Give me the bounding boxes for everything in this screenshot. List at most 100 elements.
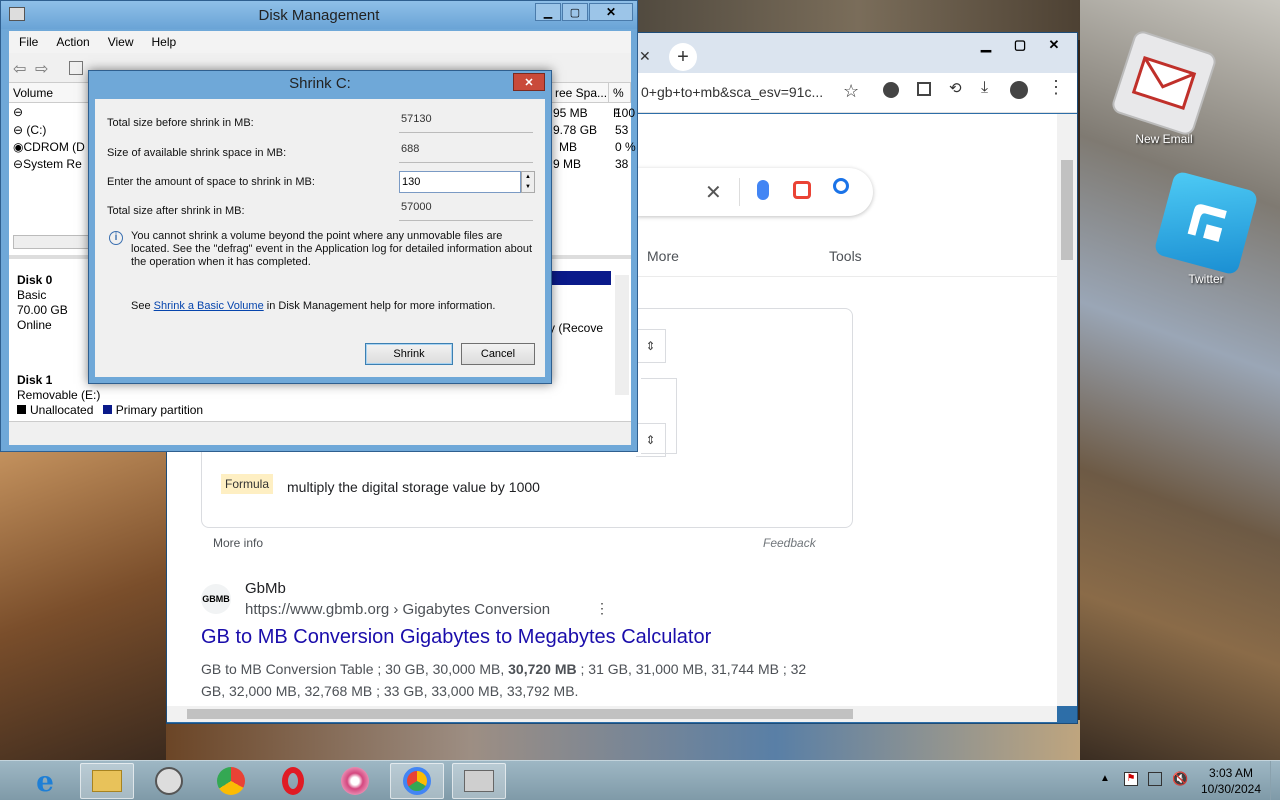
status-bar (9, 421, 631, 445)
flower-icon (341, 767, 369, 795)
menu-view[interactable]: View (108, 35, 134, 49)
feedback-link[interactable]: Feedback (763, 536, 816, 550)
show-hidden-icons[interactable]: ▲ (1100, 773, 1110, 784)
site-favicon[interactable]: GBMB (201, 584, 231, 614)
result-site-url[interactable]: https://www.gbmb.org › Gigabytes Convers… (245, 601, 550, 618)
volume-row[interactable]: ⊖ (13, 105, 23, 119)
drive-icon: ⊖ (13, 105, 24, 119)
taskbar-chrome[interactable] (390, 763, 444, 799)
search-box[interactable]: ✕ (637, 168, 873, 216)
scroll-thumb[interactable] (1061, 160, 1073, 260)
volume-row[interactable]: ◉CDROM (D (13, 140, 85, 154)
taskbar-internet-explorer[interactable]: e (18, 763, 72, 799)
column-percent-free[interactable]: % F (609, 83, 631, 120)
taskbar-disk-management[interactable] (452, 763, 506, 799)
chromium-icon (217, 767, 245, 795)
cancel-button[interactable]: Cancel (461, 343, 535, 365)
volume-hscroll[interactable] (13, 235, 93, 249)
free-space-cell: 95 MB (553, 106, 588, 120)
profile-icon[interactable] (1010, 81, 1028, 99)
taskbar-file-explorer[interactable] (80, 763, 134, 799)
maximize-icon[interactable]: ▢ (1003, 35, 1037, 55)
show-desktop-button[interactable] (1270, 761, 1280, 800)
spin-up-icon[interactable]: ▲ (522, 172, 534, 182)
result-menu-icon[interactable]: ⋮ (595, 600, 609, 617)
taskbar-flower-app[interactable] (328, 763, 382, 799)
url-field[interactable]: 0+gb+to+mb&sca_esv=91c... (641, 84, 823, 100)
shrink-button[interactable]: Shrink (365, 343, 453, 365)
more-info-link[interactable]: More info (213, 536, 263, 550)
column-free-space[interactable]: ree Spa... (551, 83, 609, 103)
taskbar-clock[interactable]: 3:03 AM 10/30/2024 (1196, 765, 1266, 797)
snippet-text: GB to MB Conversion Table ; 30 GB, 30,00… (201, 661, 509, 677)
screenshot-icon[interactable] (917, 82, 931, 96)
chrome-window-controls: ▁ ▢ ✕ (969, 35, 1071, 55)
dialog-close-icon[interactable]: ✕ (513, 73, 545, 91)
menu-help[interactable]: Help (152, 35, 177, 49)
disk0-size: 70.00 GB (17, 303, 68, 317)
menu-dots-icon[interactable]: ⋮ (1047, 77, 1065, 98)
taskbar-opera[interactable] (266, 763, 320, 799)
info-icon: i (109, 231, 123, 245)
drive-icon: ⊖ (13, 123, 24, 137)
desktop-icon-label: Twitter (1188, 272, 1224, 286)
result-title-link[interactable]: GB to MB Conversion Gigabytes to Megabyt… (201, 626, 711, 649)
volume-muted-icon[interactable]: 🔇 (1172, 771, 1188, 787)
properties-icon[interactable] (69, 61, 83, 75)
percent-free-cell: 100 (615, 106, 636, 120)
media-player-icon (155, 767, 183, 795)
action-center-flag-icon[interactable]: ⚑ (1124, 772, 1138, 786)
maximize-icon[interactable]: ▢ (562, 3, 588, 21)
desktop-icon-new-email[interactable]: New Email (1109, 28, 1219, 146)
disk-pane-scrollbar[interactable] (615, 275, 629, 395)
close-icon[interactable]: ✕ (1037, 35, 1071, 55)
column-volume[interactable]: Volume (9, 83, 89, 103)
help-link[interactable]: Shrink a Basic Volume (154, 300, 264, 312)
horizontal-scrollbar[interactable] (167, 706, 1057, 722)
free-space-cell: 9.78 GB (553, 123, 598, 137)
converter-input-box[interactable] (641, 378, 677, 454)
download-icon[interactable]: ⤓ (981, 79, 988, 97)
forward-arrow-icon[interactable]: ⇨ (35, 59, 48, 79)
result-snippet: GB to MB Conversion Table ; 30 GB, 30,00… (201, 658, 821, 702)
result-site-name[interactable]: GbMb (245, 580, 286, 597)
crop-icon[interactable]: ⟲ (949, 79, 962, 97)
unit-select-from[interactable]: ⇕ (636, 329, 666, 363)
new-tab-button[interactable]: + (669, 43, 697, 71)
cdrom-icon: ◉ (13, 140, 24, 154)
menu-action[interactable]: Action (56, 35, 89, 49)
extension-icon[interactable] (883, 82, 899, 98)
desktop-icon-label: New Email (1135, 132, 1193, 146)
search-icon[interactable] (833, 178, 849, 194)
close-icon[interactable]: ✕ (589, 3, 633, 21)
disk0-info[interactable]: Disk 0 Basic 70.00 GB Online (17, 273, 68, 333)
tab-tools[interactable]: Tools (829, 248, 862, 264)
shrink-amount-spinner[interactable]: ▲ ▼ (521, 171, 535, 193)
tab-close-icon[interactable]: ✕ (639, 48, 651, 65)
spin-down-icon[interactable]: ▼ (522, 182, 534, 192)
menu-file[interactable]: File (19, 35, 38, 49)
lens-icon[interactable] (793, 181, 811, 199)
shrink-amount-input[interactable] (399, 171, 521, 193)
voice-search-icon[interactable] (757, 180, 769, 200)
taskbar-media-player[interactable] (142, 763, 196, 799)
tab-more[interactable]: More (647, 248, 679, 264)
clear-search-icon[interactable]: ✕ (705, 180, 722, 205)
volume-row[interactable]: ⊖System Re (13, 157, 82, 171)
minimize-icon[interactable]: ▁ (969, 35, 1003, 55)
desktop-icon-twitter[interactable]: Twitter (1153, 170, 1259, 286)
scroll-thumb[interactable] (187, 709, 853, 719)
menu-bar: File Action View Help (9, 31, 631, 53)
taskbar-chromium[interactable] (204, 763, 258, 799)
partition-label[interactable]: y (Recove (549, 321, 603, 335)
volume-row[interactable]: ⊖ (C:) (13, 123, 46, 137)
help-sentence: See Shrink a Basic Volume in Disk Manage… (131, 300, 495, 313)
back-arrow-icon[interactable]: ⇦ (13, 59, 26, 79)
network-icon[interactable] (1148, 772, 1162, 786)
available-space-label: Size of available shrink space in MB: (107, 147, 287, 159)
volume-name: (C:) (26, 123, 47, 137)
drive-icon: ⊖ (13, 157, 24, 171)
minimize-icon[interactable]: ▁ (535, 3, 561, 21)
vertical-scrollbar[interactable] (1057, 114, 1077, 706)
bookmark-star-icon[interactable]: ☆ (843, 81, 859, 102)
